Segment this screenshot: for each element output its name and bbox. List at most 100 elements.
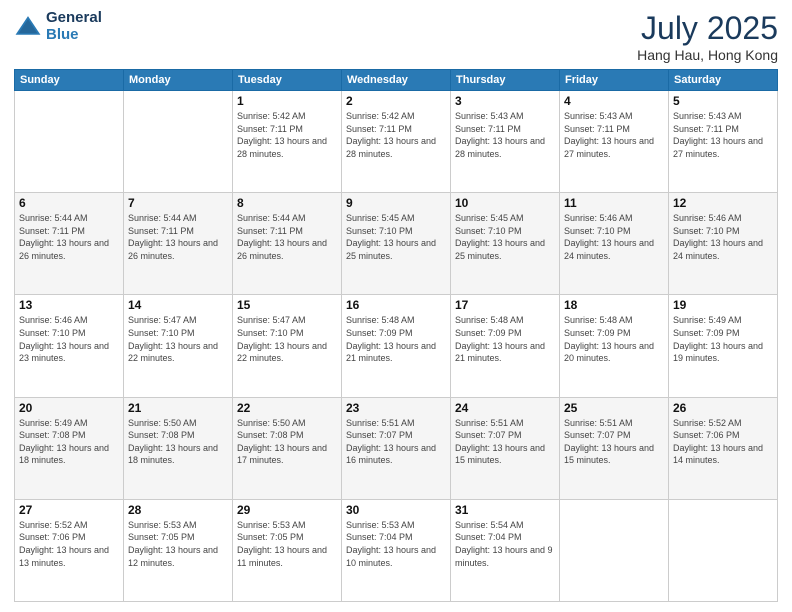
day-info: Sunrise: 5:46 AMSunset: 7:10 PMDaylight:… xyxy=(564,212,664,262)
week-row-4: 20 Sunrise: 5:49 AMSunset: 7:08 PMDayligh… xyxy=(15,397,778,499)
day-number: 10 xyxy=(455,196,555,210)
day-number: 11 xyxy=(564,196,664,210)
day-number: 4 xyxy=(564,94,664,108)
calendar-cell: 30Sunrise: 5:53 AMSunset: 7:04 PMDayligh… xyxy=(342,499,451,601)
week-row-3: 13 Sunrise: 5:46 AMSunset: 7:10 PMDayligh… xyxy=(15,295,778,397)
day-info: Sunrise: 5:47 AMSunset: 7:10 PMDaylight:… xyxy=(128,314,228,364)
title-location: Hang Hau, Hong Kong xyxy=(637,47,778,63)
calendar-cell: 24 Sunrise: 5:51 AMSunset: 7:07 PMDayligh… xyxy=(451,397,560,499)
day-number: 24 xyxy=(455,401,555,415)
week-row-2: 6Sunrise: 5:44 AMSunset: 7:11 PMDaylight… xyxy=(15,193,778,295)
logo-blue: Blue xyxy=(46,27,102,44)
calendar-cell: 2Sunrise: 5:42 AMSunset: 7:11 PMDaylight… xyxy=(342,91,451,193)
day-number: 18 xyxy=(564,298,664,312)
logo-text: General Blue xyxy=(46,10,102,43)
day-info: Sunrise: 5:50 AMSunset: 7:08 PMDaylight:… xyxy=(237,417,337,467)
day-number: 23 xyxy=(346,401,446,415)
day-info: Sunrise: 5:43 AMSunset: 7:11 PMDaylight:… xyxy=(564,110,664,160)
day-number: 8 xyxy=(237,196,337,210)
day-number: 13 xyxy=(19,298,119,312)
calendar-cell: 16Sunrise: 5:48 AMSunset: 7:09 PMDayligh… xyxy=(342,295,451,397)
day-info: Sunrise: 5:42 AMSunset: 7:11 PMDaylight:… xyxy=(237,110,337,160)
day-number: 17 xyxy=(455,298,555,312)
day-info: Sunrise: 5:51 AMSunset: 7:07 PMDaylight:… xyxy=(564,417,664,467)
calendar-cell: 8 Sunrise: 5:44 AMSunset: 7:11 PMDaylight… xyxy=(233,193,342,295)
day-number: 29 xyxy=(237,503,337,517)
day-number: 12 xyxy=(673,196,773,210)
calendar-cell: 4 Sunrise: 5:43 AMSunset: 7:11 PMDaylight… xyxy=(560,91,669,193)
day-info: Sunrise: 5:44 AMSunset: 7:11 PMDaylight:… xyxy=(128,212,228,262)
day-number: 31 xyxy=(455,503,555,517)
calendar-cell: 13 Sunrise: 5:46 AMSunset: 7:10 PMDayligh… xyxy=(15,295,124,397)
logo-general: General xyxy=(46,10,102,27)
day-number: 16 xyxy=(346,298,446,312)
day-number: 25 xyxy=(564,401,664,415)
calendar-cell: 10 Sunrise: 5:45 AMSunset: 7:10 PMDayligh… xyxy=(451,193,560,295)
day-number: 27 xyxy=(19,503,119,517)
header: General Blue July 2025 Hang Hau, Hong Ko… xyxy=(14,10,778,63)
calendar-cell: 23 Sunrise: 5:51 AMSunset: 7:07 PMDayligh… xyxy=(342,397,451,499)
day-info: Sunrise: 5:44 AMSunset: 7:11 PMDaylight:… xyxy=(19,212,119,262)
weekday-header-monday: Monday xyxy=(124,70,233,91)
day-info: Sunrise: 5:50 AMSunset: 7:08 PMDaylight:… xyxy=(128,417,228,467)
week-row-5: 27 Sunrise: 5:52 AMSunset: 7:06 PMDayligh… xyxy=(15,499,778,601)
day-number: 28 xyxy=(128,503,228,517)
calendar-cell: 12Sunrise: 5:46 AMSunset: 7:10 PMDayligh… xyxy=(669,193,778,295)
weekday-header-thursday: Thursday xyxy=(451,70,560,91)
calendar-cell: 19Sunrise: 5:49 AMSunset: 7:09 PMDayligh… xyxy=(669,295,778,397)
calendar-cell: 29 Sunrise: 5:53 AMSunset: 7:05 PMDayligh… xyxy=(233,499,342,601)
day-number: 3 xyxy=(455,94,555,108)
day-number: 26 xyxy=(673,401,773,415)
calendar-cell xyxy=(560,499,669,601)
day-number: 7 xyxy=(128,196,228,210)
day-info: Sunrise: 5:52 AMSunset: 7:06 PMDaylight:… xyxy=(673,417,773,467)
calendar-cell: 20 Sunrise: 5:49 AMSunset: 7:08 PMDayligh… xyxy=(15,397,124,499)
weekday-row: SundayMondayTuesdayWednesdayThursdayFrid… xyxy=(15,70,778,91)
day-info: Sunrise: 5:48 AMSunset: 7:09 PMDaylight:… xyxy=(455,314,555,364)
logo: General Blue xyxy=(14,10,102,43)
calendar-cell: 5Sunrise: 5:43 AMSunset: 7:11 PMDaylight… xyxy=(669,91,778,193)
calendar-cell: 3 Sunrise: 5:43 AMSunset: 7:11 PMDaylight… xyxy=(451,91,560,193)
day-info: Sunrise: 5:44 AMSunset: 7:11 PMDaylight:… xyxy=(237,212,337,262)
day-info: Sunrise: 5:51 AMSunset: 7:07 PMDaylight:… xyxy=(455,417,555,467)
day-info: Sunrise: 5:52 AMSunset: 7:06 PMDaylight:… xyxy=(19,519,119,569)
calendar-cell: 28 Sunrise: 5:53 AMSunset: 7:05 PMDayligh… xyxy=(124,499,233,601)
weekday-header-wednesday: Wednesday xyxy=(342,70,451,91)
day-info: Sunrise: 5:53 AMSunset: 7:05 PMDaylight:… xyxy=(237,519,337,569)
calendar-cell: 26 Sunrise: 5:52 AMSunset: 7:06 PMDayligh… xyxy=(669,397,778,499)
calendar-cell: 31Sunrise: 5:54 AMSunset: 7:04 PMDayligh… xyxy=(451,499,560,601)
day-number: 30 xyxy=(346,503,446,517)
weekday-header-sunday: Sunday xyxy=(15,70,124,91)
calendar-cell: 14 Sunrise: 5:47 AMSunset: 7:10 PMDayligh… xyxy=(124,295,233,397)
calendar-cell: 25 Sunrise: 5:51 AMSunset: 7:07 PMDayligh… xyxy=(560,397,669,499)
day-number: 15 xyxy=(237,298,337,312)
day-number: 5 xyxy=(673,94,773,108)
title-block: July 2025 Hang Hau, Hong Kong xyxy=(637,10,778,63)
calendar-cell xyxy=(124,91,233,193)
day-number: 1 xyxy=(237,94,337,108)
calendar-cell xyxy=(669,499,778,601)
weekday-header-friday: Friday xyxy=(560,70,669,91)
day-info: Sunrise: 5:49 AMSunset: 7:08 PMDaylight:… xyxy=(19,417,119,467)
day-info: Sunrise: 5:53 AMSunset: 7:05 PMDaylight:… xyxy=(128,519,228,569)
calendar-cell xyxy=(15,91,124,193)
logo-icon xyxy=(14,13,42,41)
day-number: 20 xyxy=(19,401,119,415)
day-info: Sunrise: 5:43 AMSunset: 7:11 PMDaylight:… xyxy=(455,110,555,160)
weekday-header-saturday: Saturday xyxy=(669,70,778,91)
calendar-cell: 11 Sunrise: 5:46 AMSunset: 7:10 PMDayligh… xyxy=(560,193,669,295)
calendar-cell: 22Sunrise: 5:50 AMSunset: 7:08 PMDayligh… xyxy=(233,397,342,499)
day-number: 14 xyxy=(128,298,228,312)
day-info: Sunrise: 5:45 AMSunset: 7:10 PMDaylight:… xyxy=(455,212,555,262)
calendar-cell: 15 Sunrise: 5:47 AMSunset: 7:10 PMDayligh… xyxy=(233,295,342,397)
calendar-cell: 9 Sunrise: 5:45 AMSunset: 7:10 PMDaylight… xyxy=(342,193,451,295)
day-info: Sunrise: 5:51 AMSunset: 7:07 PMDaylight:… xyxy=(346,417,446,467)
day-info: Sunrise: 5:48 AMSunset: 7:09 PMDaylight:… xyxy=(564,314,664,364)
calendar-cell: 21 Sunrise: 5:50 AMSunset: 7:08 PMDayligh… xyxy=(124,397,233,499)
day-number: 9 xyxy=(346,196,446,210)
day-info: Sunrise: 5:45 AMSunset: 7:10 PMDaylight:… xyxy=(346,212,446,262)
day-info: Sunrise: 5:46 AMSunset: 7:10 PMDaylight:… xyxy=(19,314,119,364)
day-number: 21 xyxy=(128,401,228,415)
calendar-cell: 18 Sunrise: 5:48 AMSunset: 7:09 PMDayligh… xyxy=(560,295,669,397)
day-info: Sunrise: 5:47 AMSunset: 7:10 PMDaylight:… xyxy=(237,314,337,364)
